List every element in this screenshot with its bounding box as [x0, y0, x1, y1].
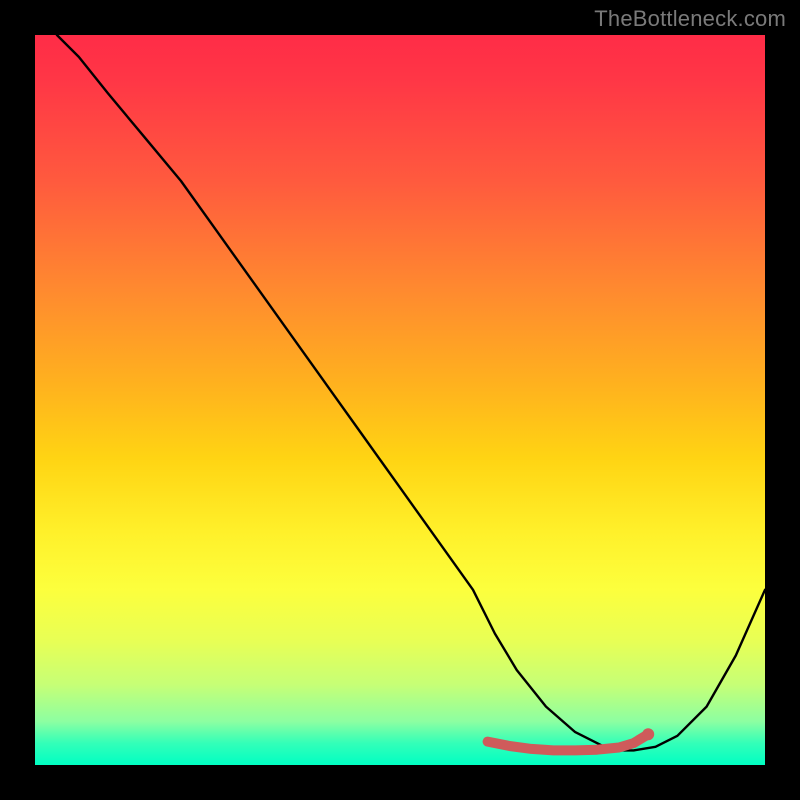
highlight-end-dot [642, 728, 654, 740]
watermark-text: TheBottleneck.com [594, 6, 786, 32]
highlight-band [488, 734, 649, 750]
main-curve [57, 35, 765, 750]
curve-svg [35, 35, 765, 765]
plot-area [35, 35, 765, 765]
chart-stage: TheBottleneck.com [0, 0, 800, 800]
